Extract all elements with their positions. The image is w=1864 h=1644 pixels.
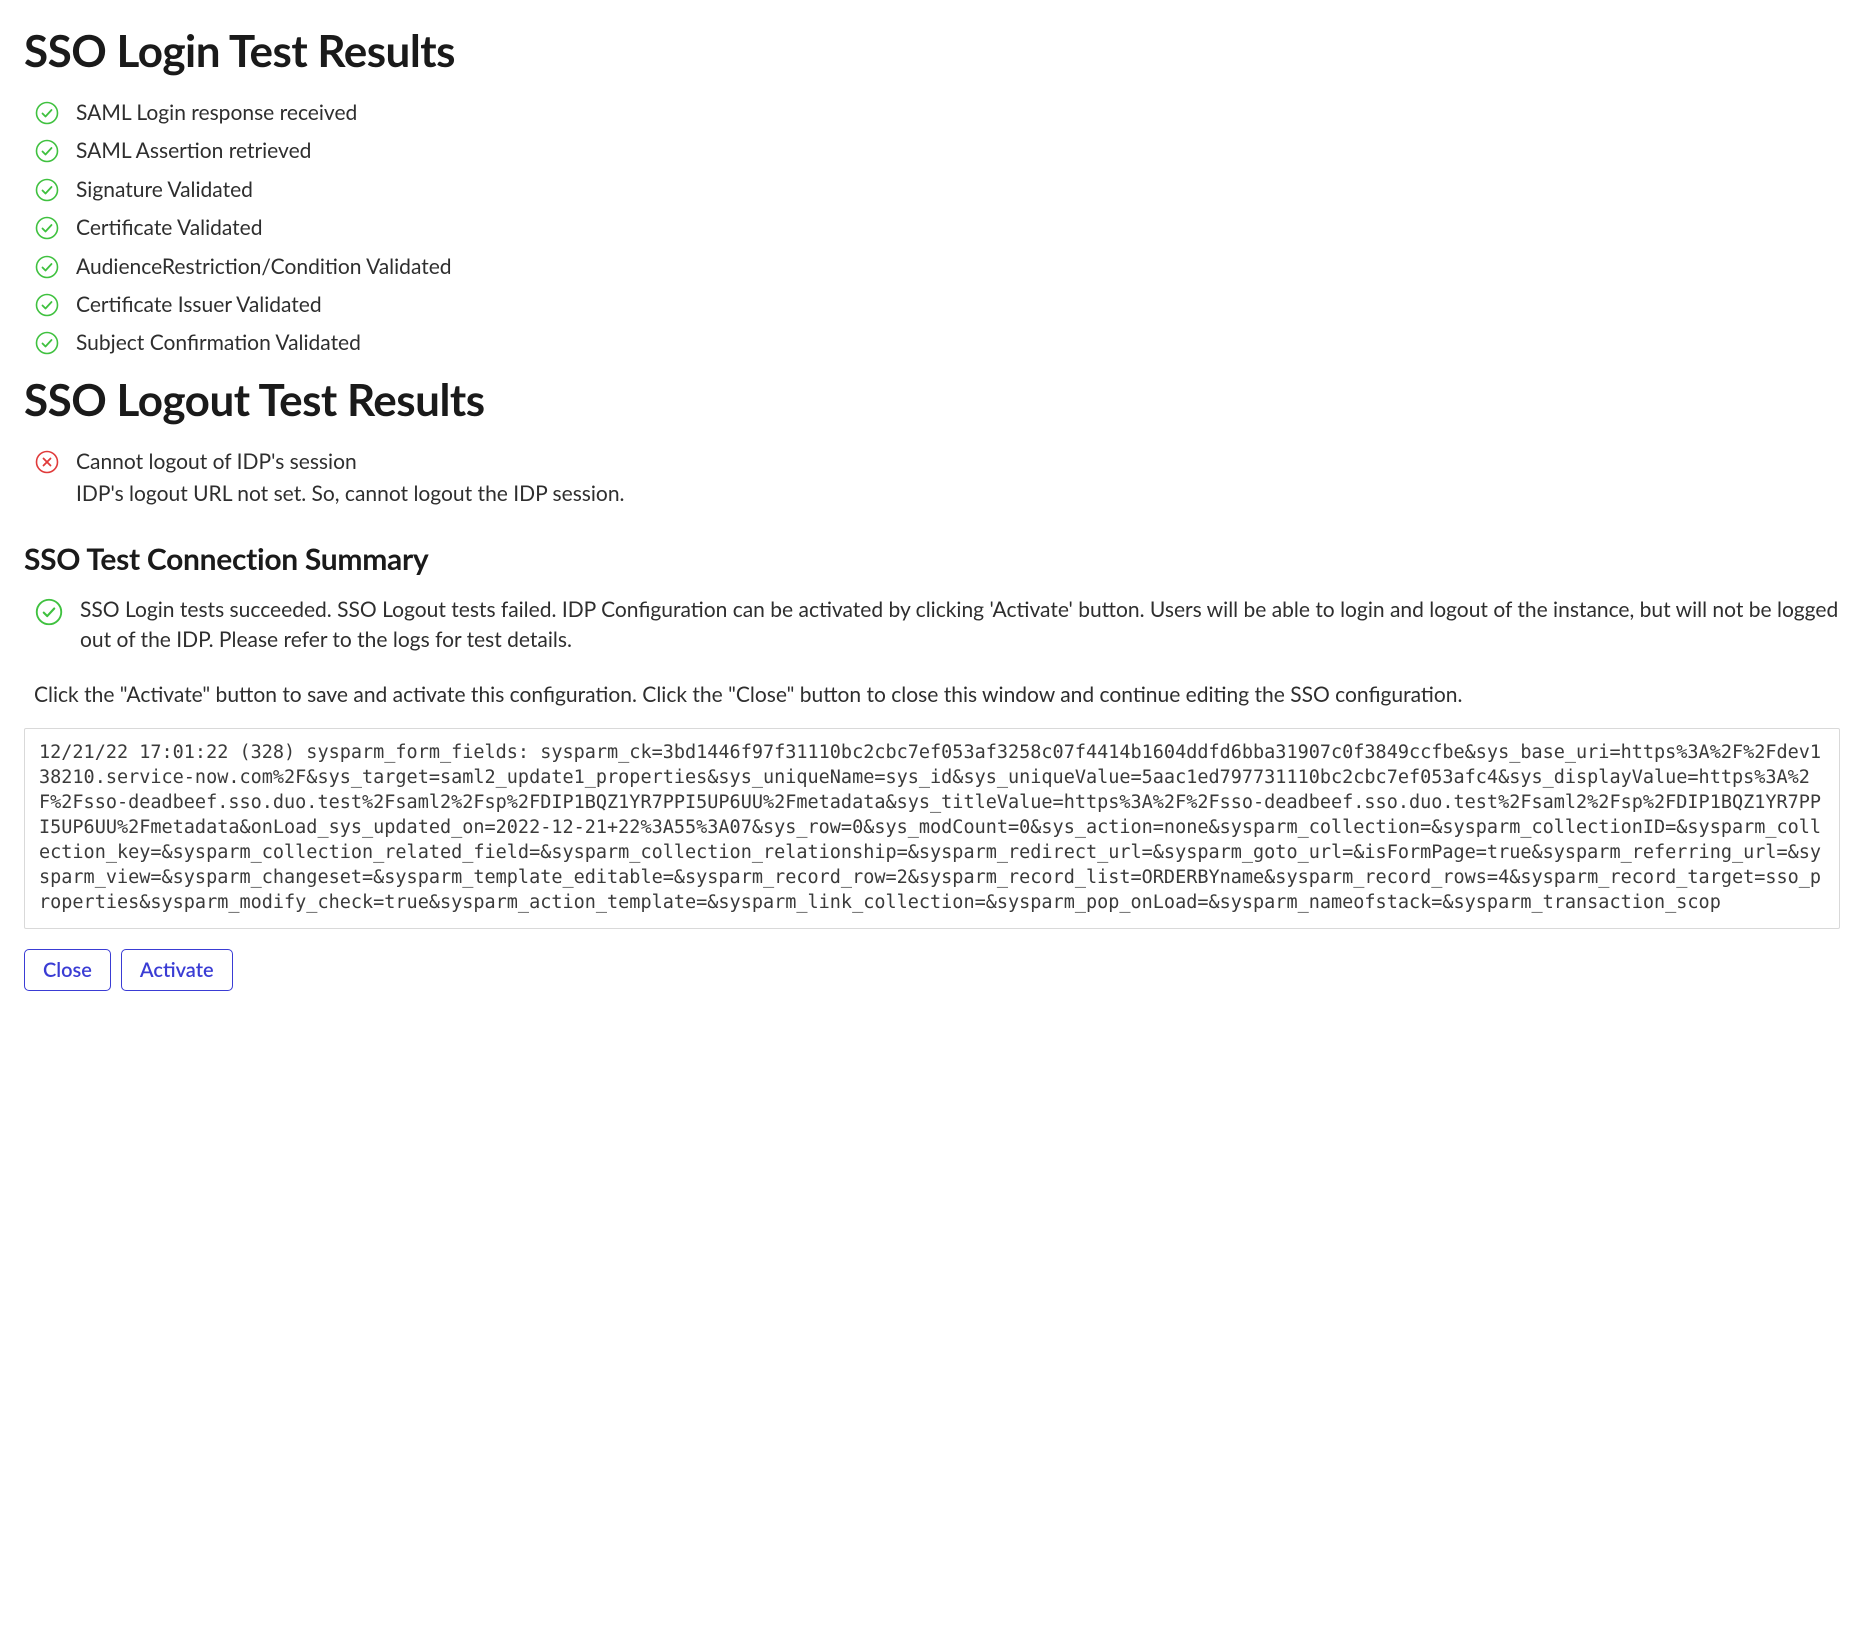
x-circle-icon — [34, 449, 60, 475]
login-result-item: AudienceRestriction/Condition Validated — [34, 252, 1840, 282]
check-circle-icon — [34, 100, 60, 126]
logout-result-detail: IDP's logout URL not set. So, cannot log… — [76, 479, 1840, 509]
check-circle-icon — [34, 215, 60, 241]
summary-title: SSO Test Connection Summary — [24, 538, 1840, 582]
login-results-title: SSO Login Test Results — [24, 20, 1840, 84]
login-result-label: Subject Confirmation Validated — [76, 328, 1840, 358]
login-result-label: Signature Validated — [76, 175, 1840, 205]
log-output[interactable]: 12/21/22 17:01:22 (328) sysparm_form_fie… — [24, 728, 1840, 929]
check-circle-icon — [34, 138, 60, 164]
login-result-item: Certificate Validated — [34, 213, 1840, 243]
check-circle-icon — [34, 292, 60, 318]
login-result-label: SAML Login response received — [76, 98, 1840, 128]
login-result-item: SAML Assertion retrieved — [34, 136, 1840, 166]
login-result-item: Signature Validated — [34, 175, 1840, 205]
dialog-button-row: Close Activate — [24, 949, 1840, 991]
login-result-label: Certificate Issuer Validated — [76, 290, 1840, 320]
logout-results-list: Cannot logout of IDP's session IDP's log… — [34, 447, 1840, 510]
check-circle-icon — [34, 177, 60, 203]
summary-note: Click the "Activate" button to save and … — [34, 680, 1840, 710]
logout-result-item: Cannot logout of IDP's session IDP's log… — [34, 447, 1840, 510]
login-result-item: Certificate Issuer Validated — [34, 290, 1840, 320]
login-result-label: AudienceRestriction/Condition Validated — [76, 252, 1840, 282]
login-result-label: Certificate Validated — [76, 213, 1840, 243]
check-circle-icon — [34, 330, 60, 356]
check-circle-icon — [34, 254, 60, 280]
login-result-item: Subject Confirmation Validated — [34, 328, 1840, 358]
close-button[interactable]: Close — [24, 949, 111, 991]
logout-results-title: SSO Logout Test Results — [24, 369, 1840, 433]
summary-block: SSO Login tests succeeded. SSO Logout te… — [34, 595, 1840, 710]
activate-button[interactable]: Activate — [121, 949, 233, 991]
summary-text: SSO Login tests succeeded. SSO Logout te… — [80, 597, 1838, 652]
login-result-label: SAML Assertion retrieved — [76, 136, 1840, 166]
login-results-list: SAML Login response received SAML Assert… — [34, 98, 1840, 359]
logout-result-label: Cannot logout of IDP's session — [76, 447, 1840, 477]
check-circle-icon — [34, 597, 64, 627]
login-result-item: SAML Login response received — [34, 98, 1840, 128]
